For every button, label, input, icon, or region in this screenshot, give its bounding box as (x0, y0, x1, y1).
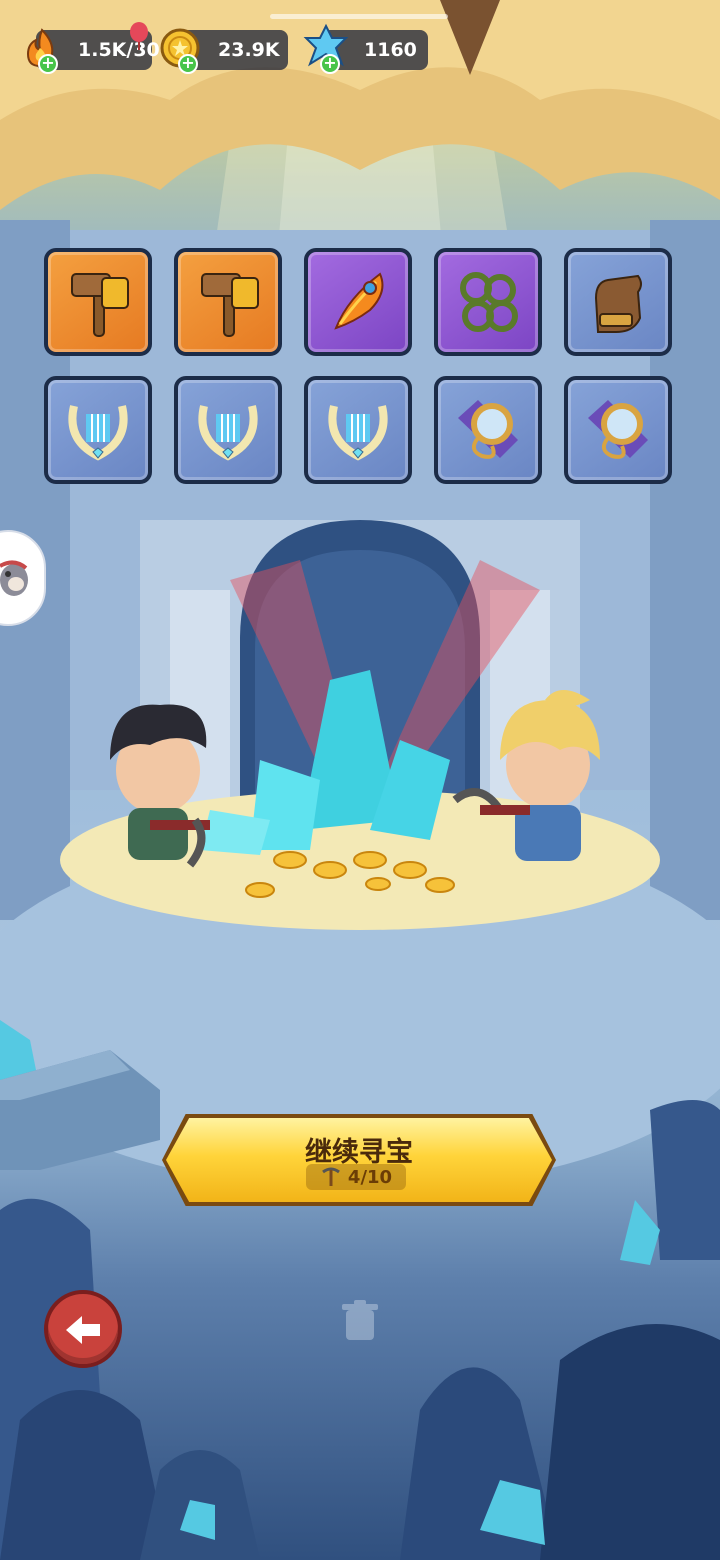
lyre-icon (198, 405, 258, 461)
dig-count-value: 4/10 (347, 1166, 393, 1188)
magnifier-icon (458, 400, 518, 459)
continue-treasure-hunt-button[interactable]: 继续寻宝 4/10 (162, 1114, 556, 1206)
add-crystals-button[interactable]: + (320, 54, 340, 74)
back-button[interactable] (44, 1290, 122, 1368)
crystals-value: 1160 (364, 39, 417, 61)
item-slot-thorn-vine[interactable] (434, 248, 542, 356)
hammer-icon (71, 273, 129, 337)
thorn-vine-icon (460, 272, 518, 332)
pickaxe-icon (322, 1167, 340, 1186)
lyre-icon (328, 405, 388, 461)
hammer-icon (201, 273, 259, 337)
coins-value: 23.9K (218, 39, 280, 61)
game-scene: 1.5K/30 + 23.9K + 1160 + 继续寻宝 4/10 (0, 0, 720, 1560)
gesture-bar[interactable] (270, 14, 448, 19)
item-slot-hammer-1[interactable] (44, 248, 152, 356)
lyre-icon (68, 405, 128, 461)
item-slot-lyre-1[interactable] (44, 376, 152, 484)
item-slot-magnifier-2[interactable] (564, 376, 672, 484)
mole-avatar-icon (0, 560, 28, 596)
dig-count-badge: 4/10 (306, 1164, 406, 1190)
feather-icon (334, 272, 384, 330)
glove-icon (594, 274, 642, 333)
magnifier-icon (588, 400, 648, 459)
add-coins-button[interactable]: + (178, 54, 198, 74)
trash-icon[interactable] (340, 1300, 380, 1342)
heart-balloon-icon (130, 22, 148, 50)
item-slot-hammer-2[interactable] (174, 248, 282, 356)
item-slot-glove[interactable] (564, 248, 672, 356)
back-arrow-icon (66, 1316, 100, 1344)
item-slot-lyre-2[interactable] (174, 376, 282, 484)
item-slot-magnifier-1[interactable] (434, 376, 542, 484)
item-slot-feather[interactable] (304, 248, 412, 356)
add-energy-button[interactable]: + (38, 54, 58, 74)
item-slot-lyre-3[interactable] (304, 376, 412, 484)
